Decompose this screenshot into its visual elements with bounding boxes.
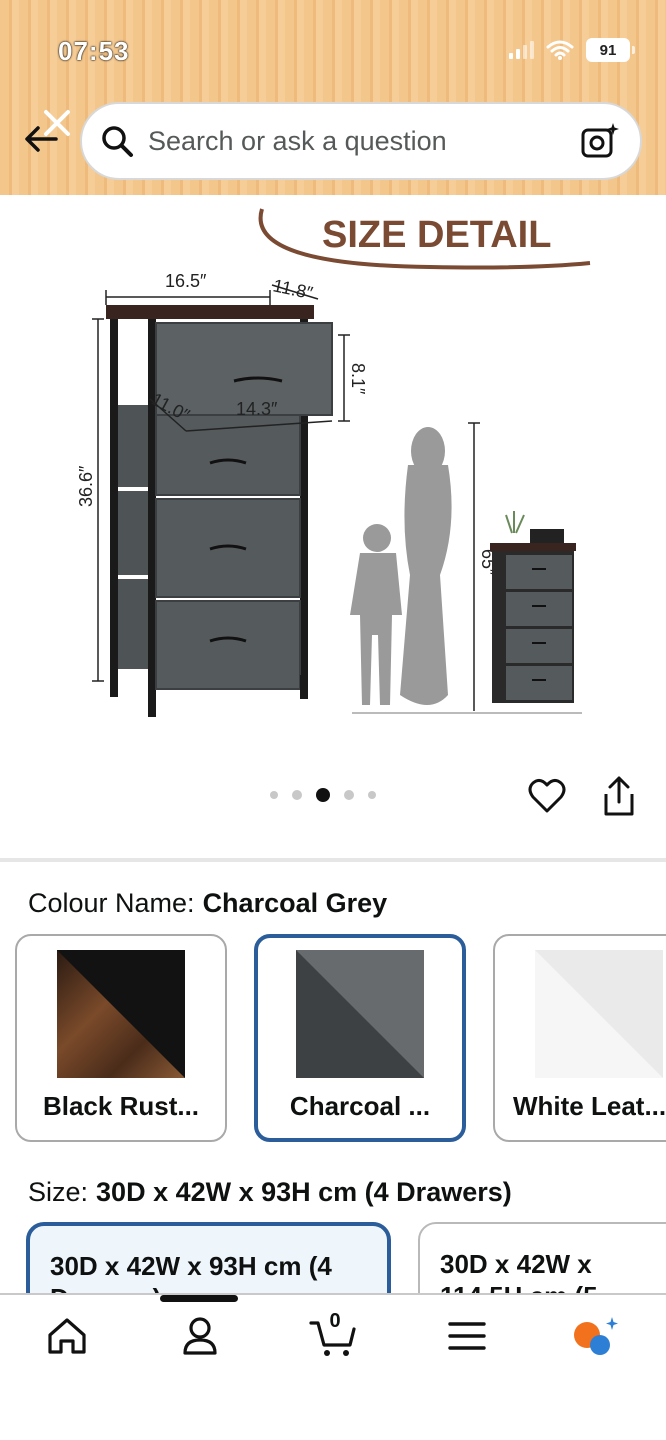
colour-selected-value: Charcoal Grey xyxy=(202,888,388,918)
section-divider xyxy=(0,858,666,862)
share-icon[interactable] xyxy=(600,774,638,818)
wifi-icon xyxy=(546,40,574,60)
camera-search-icon[interactable] xyxy=(580,121,620,161)
carousel-dot-active[interactable] xyxy=(316,788,330,802)
colour-option-label: Black Rust... xyxy=(42,1091,200,1121)
size-row: Size: 30D x 42W x 93H cm (4 Drawers) xyxy=(28,1177,512,1208)
colour-name-row: Colour Name: Charcoal Grey xyxy=(28,888,387,919)
carousel-dot[interactable] xyxy=(270,791,278,799)
swatch-thumbnail xyxy=(535,950,663,1078)
home-icon[interactable] xyxy=(44,1313,90,1359)
dim-height-label: 36.6″ xyxy=(76,465,96,507)
colour-option-white-leather[interactable]: White Leat... xyxy=(493,934,666,1142)
carousel-dots[interactable] xyxy=(270,788,376,802)
search-input[interactable]: Search or ask a question xyxy=(80,102,642,180)
search-placeholder: Search or ask a question xyxy=(148,125,447,156)
carousel-dot[interactable] xyxy=(292,790,302,800)
dim-drawer-width-label: 14.3″ xyxy=(236,399,278,419)
size-selected-value: 30D x 42W x 93H cm (4 Drawers) xyxy=(96,1177,512,1207)
colour-label: Colour Name: xyxy=(28,888,195,918)
dim-depth-label: 11.8″ xyxy=(271,275,315,303)
status-time: 07:53 xyxy=(58,36,130,66)
scroll-indicator xyxy=(160,1295,238,1302)
status-icons: 91 xyxy=(509,38,635,62)
menu-icon[interactable] xyxy=(444,1313,490,1359)
search-icon xyxy=(102,126,133,157)
cart-count-badge: 0 xyxy=(329,1310,341,1332)
colour-option-charcoal-grey[interactable]: Charcoal ... xyxy=(254,934,466,1142)
dim-drawer-height-label: 8.1″ xyxy=(348,363,368,395)
carousel-dot[interactable] xyxy=(368,791,376,799)
cellular-signal-icon xyxy=(509,41,534,59)
battery-indicator: 91 xyxy=(586,38,635,62)
app-header: 07:53 91 Search or ask a question xyxy=(0,0,666,195)
colour-option-label: Charcoal ... xyxy=(289,1091,431,1121)
people-silhouette xyxy=(350,427,452,705)
swatch-thumbnail xyxy=(296,950,424,1078)
colour-option-black-rustic[interactable]: Black Rust... xyxy=(15,934,227,1142)
size-detail-heading: SIZE DETAIL xyxy=(322,214,551,256)
product-image[interactable]: SIZE DETAIL 16.5″ 11.8″ 8.1″ 11.0″ 14.3″… xyxy=(0,195,666,755)
size-label: Size: xyxy=(28,1177,89,1207)
wishlist-heart-icon[interactable] xyxy=(527,776,567,816)
account-icon[interactable] xyxy=(177,1313,223,1359)
carousel-dot[interactable] xyxy=(344,790,354,800)
rufus-assistant-icon[interactable] xyxy=(570,1313,622,1359)
colour-option-label: White Leat... xyxy=(513,1091,666,1121)
close-icon[interactable] xyxy=(40,106,74,140)
swatch-thumbnail xyxy=(57,950,185,1078)
dim-width-label: 16.5″ xyxy=(165,271,207,291)
